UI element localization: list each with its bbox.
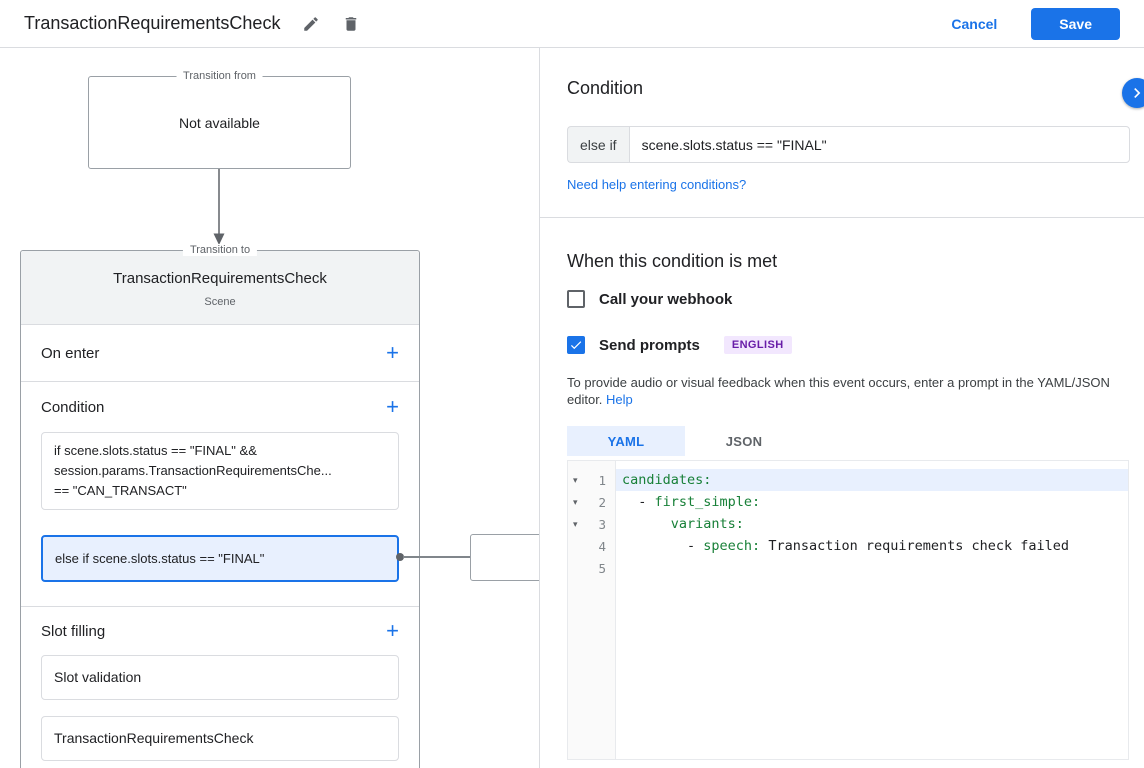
condition-section: Condition + if scene.slots.status == "FI… [21,382,419,607]
webhook-label: Call your webhook [599,291,732,308]
flow-arrow-down-icon [212,169,226,250]
line-number: 2 [598,495,606,510]
line-number: 1 [598,473,606,488]
page-title: TransactionRequirementsCheck [24,13,280,34]
edit-title-button[interactable] [302,15,320,33]
condition-item-selected[interactable]: else if scene.slots.status == "FINAL" [41,535,399,582]
webhook-checkbox[interactable] [567,290,585,308]
when-met-title: When this condition is met [567,251,1130,272]
checkmark-icon [569,338,583,352]
slot-filling-label: Slot filling [41,623,105,640]
condition-item[interactable]: if scene.slots.status == "FINAL" && sess… [41,432,399,510]
transition-target-node[interactable] [470,534,540,581]
delete-button[interactable] [342,15,360,33]
editor-tabs: YAML JSON [567,426,1130,456]
pencil-icon [302,15,320,33]
add-slot-button[interactable]: + [386,620,399,642]
condition-prefix-label: else if [567,126,629,163]
app-window: TransactionRequirementsCheck Cancel Save… [0,0,1144,768]
when-met-section: When this condition is met Call your web… [540,218,1144,760]
fold-toggle-icon[interactable]: ▾ [573,519,583,530]
transition-to-label: Transition to [183,244,257,256]
condition-panel-title: Condition [567,78,1130,99]
prompt-description: To provide audio or visual feedback when… [567,374,1130,408]
plus-icon: + [386,394,399,419]
code-line [616,557,1128,579]
plus-icon: + [386,340,399,365]
tab-yaml[interactable]: YAML [567,426,685,456]
fold-toggle-icon[interactable]: ▾ [573,497,583,508]
fold-toggle-icon[interactable]: ▾ [573,475,583,486]
transition-from-content: Not available [179,115,260,131]
condition-section-label: Condition [41,399,104,416]
scene-header: TransactionRequirementsCheck Scene [21,251,419,325]
send-prompts-row: Send prompts ENGLISH [567,336,1130,354]
line-number: 4 [598,539,606,554]
add-condition-button[interactable]: + [386,396,399,418]
chevron-right-icon [1127,83,1144,103]
prompt-help-link[interactable]: Help [606,392,633,407]
slot-filling-section: Slot filling + Slot validation Transacti… [21,607,419,761]
plus-icon: + [386,618,399,643]
code-line: - first_simple: [616,491,1128,513]
scene-title: TransactionRequirementsCheck [37,270,403,288]
scene-subtitle: Scene [37,296,403,309]
condition-editor-section: Condition else if Need help entering con… [540,48,1144,218]
condition-panel: Condition else if Need help entering con… [540,48,1144,768]
scene-card[interactable]: Transition to TransactionRequirementsChe… [20,250,420,768]
collapse-panel-button[interactable] [1122,78,1144,108]
on-enter-section: On enter + [21,325,419,382]
line-number: 3 [598,517,606,532]
connector-line [403,556,470,558]
editor-gutter: ▾ 1 ▾ 2 ▾ 3 4 [568,461,616,759]
slot-item[interactable]: TransactionRequirementsCheck [41,716,399,761]
send-prompts-checkbox[interactable] [567,336,585,354]
condition-expression-input[interactable] [629,126,1130,163]
language-badge: ENGLISH [724,336,792,354]
save-button[interactable]: Save [1031,8,1120,40]
send-prompts-label: Send prompts [599,337,700,354]
transition-from-label: Transition from [176,70,263,82]
webhook-row: Call your webhook [567,290,1130,308]
line-number: 5 [598,561,606,576]
cancel-button[interactable]: Cancel [951,16,997,32]
code-line: variants: [616,513,1128,535]
on-enter-label: On enter [41,345,99,362]
trash-icon [342,15,360,33]
top-bar: TransactionRequirementsCheck Cancel Save [0,0,1144,48]
code-editor[interactable]: ▾ 1 ▾ 2 ▾ 3 4 [567,460,1129,760]
transition-from-node[interactable]: Transition from Not available [88,76,351,169]
tab-json[interactable]: JSON [685,426,803,456]
code-line: - speech: Transaction requirements check… [616,535,1128,557]
code-line: candidates: [616,469,1128,491]
conditions-help-link[interactable]: Need help entering conditions? [567,177,746,192]
add-on-enter-button[interactable]: + [386,342,399,364]
editor-code-area[interactable]: candidates: - first_simple: variants: - … [616,461,1128,759]
flow-canvas: Transition from Not available Transition… [0,48,540,768]
slot-item[interactable]: Slot validation [41,655,399,700]
